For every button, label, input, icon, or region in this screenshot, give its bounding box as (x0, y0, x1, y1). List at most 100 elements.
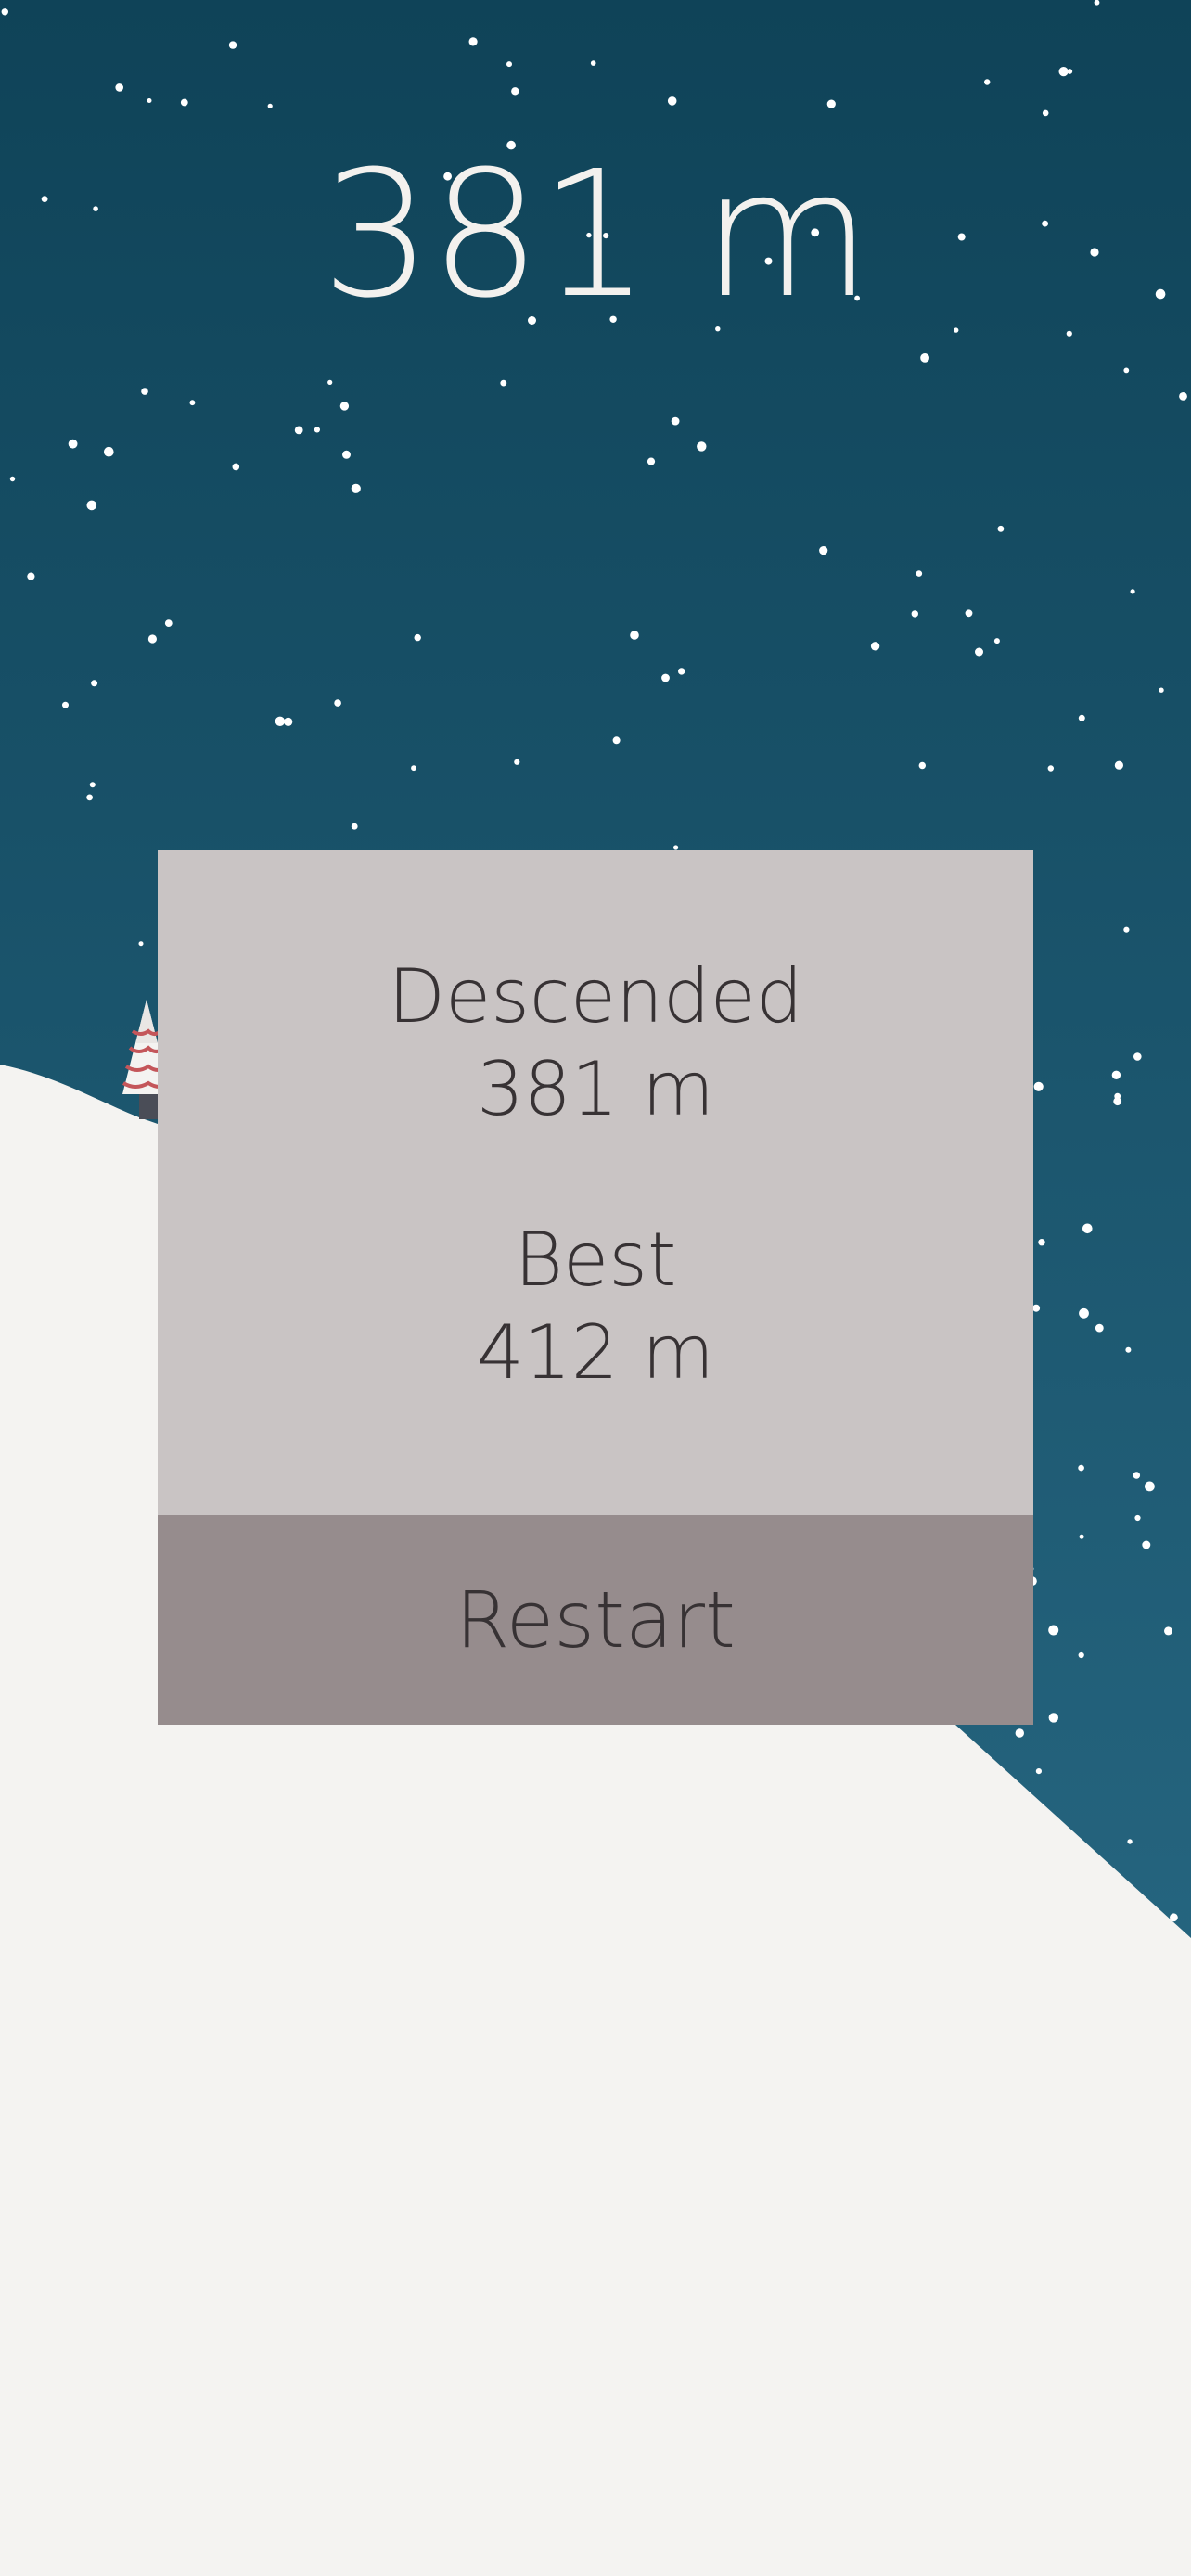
snowflake (954, 327, 959, 333)
snowflake (1079, 1307, 1089, 1319)
snowflake (667, 96, 677, 106)
snowflake (1048, 1625, 1059, 1636)
game-over-panel: Descended 381 m Best 412 m Restart (158, 850, 1033, 1725)
snowflake (339, 402, 350, 411)
snowflake (514, 759, 520, 765)
snowflake (68, 439, 78, 449)
descended-value: 381 m (476, 1046, 715, 1132)
snowflake (920, 353, 929, 363)
snowflake (164, 619, 173, 627)
snowflake (1127, 1839, 1133, 1844)
snowflake (115, 83, 123, 92)
snowflake (630, 631, 639, 640)
snowflake (1130, 589, 1135, 594)
snowflake (62, 701, 69, 708)
snowflake (1078, 714, 1085, 721)
snowflake (1079, 1534, 1084, 1539)
snowflake (1164, 1626, 1172, 1636)
restart-button[interactable]: Restart (158, 1515, 1033, 1725)
snowflake (284, 717, 293, 727)
snowflake (147, 98, 152, 103)
snowflake (267, 103, 273, 108)
descended-label: Descended (388, 953, 803, 1039)
best-label: Best (514, 1217, 677, 1303)
distance-counter: 381 m (321, 134, 872, 337)
snowflake (27, 572, 35, 580)
snowflake (870, 642, 880, 651)
snowflake (275, 716, 286, 726)
snowflake (351, 823, 358, 830)
snowflake (1047, 765, 1055, 772)
snowflake (1042, 109, 1049, 117)
snowflake (647, 457, 656, 465)
snowflake (1015, 1728, 1025, 1738)
snowflake (86, 794, 93, 801)
snowflake (1033, 1081, 1044, 1091)
snowflake (965, 609, 973, 618)
snowflake (1078, 1651, 1084, 1659)
snowflake (414, 633, 421, 642)
snowflake (1067, 69, 1073, 74)
snowflake (180, 98, 188, 107)
snowflake (1058, 67, 1069, 77)
snowflake (1179, 392, 1187, 401)
snowflake (1159, 687, 1164, 693)
snowflake (141, 388, 148, 395)
snowflake (975, 647, 983, 657)
snowflake (334, 699, 341, 707)
game-scene: 381 m Descended 381 m Best 412 m Restart (0, 0, 1191, 2576)
snowflake (1145, 1481, 1155, 1492)
snowflake (294, 426, 303, 435)
snowflake (500, 379, 507, 387)
snowflake (1066, 330, 1072, 337)
snowflake (1095, 1323, 1104, 1333)
snowflake (1133, 1472, 1141, 1479)
snowflake (9, 476, 16, 482)
snowflake (1113, 1097, 1122, 1106)
snowflake (314, 427, 320, 433)
snowflake (1038, 1239, 1045, 1246)
snowflake (918, 761, 926, 770)
snowflake (673, 845, 679, 850)
snowflake (612, 736, 621, 745)
snowflake (506, 61, 512, 68)
snowflake (228, 41, 237, 49)
snowflake (351, 483, 361, 493)
snowflake (91, 680, 98, 687)
snowflake (89, 782, 96, 788)
snowflake (697, 441, 707, 452)
snowflake (993, 638, 1000, 644)
snowflake (1111, 1070, 1121, 1080)
snowflake (342, 450, 351, 459)
snowflake (411, 765, 416, 772)
snowflake (1048, 1713, 1059, 1723)
snowflake (1114, 760, 1123, 770)
snowflake (147, 634, 157, 644)
snowflake (232, 463, 240, 471)
snowflake (468, 37, 478, 46)
snowflake (1, 8, 8, 16)
snowflake (1133, 1052, 1142, 1061)
snowflake (590, 60, 596, 66)
score-summary: Descended 381 m Best 412 m (158, 850, 1033, 1515)
snowflake (911, 610, 918, 618)
snowflake (916, 570, 923, 577)
snowflake (826, 99, 836, 108)
snowflake (104, 446, 114, 457)
snowflake (511, 87, 519, 96)
snowflake (86, 500, 97, 511)
snowflake (1078, 1464, 1084, 1472)
snowflake (819, 546, 828, 555)
snowflake (138, 941, 144, 947)
snowflake (1125, 1346, 1132, 1353)
snowflake (671, 416, 680, 426)
snowflake (1032, 1304, 1041, 1312)
snowflake (1035, 1768, 1042, 1775)
snowflake (1142, 1540, 1151, 1549)
snowflake (1094, 0, 1100, 6)
snowflake (1123, 367, 1130, 374)
best-value: 412 m (476, 1309, 715, 1396)
snowflake (678, 668, 685, 675)
snowflake (661, 673, 670, 682)
snowflake (997, 525, 1005, 532)
